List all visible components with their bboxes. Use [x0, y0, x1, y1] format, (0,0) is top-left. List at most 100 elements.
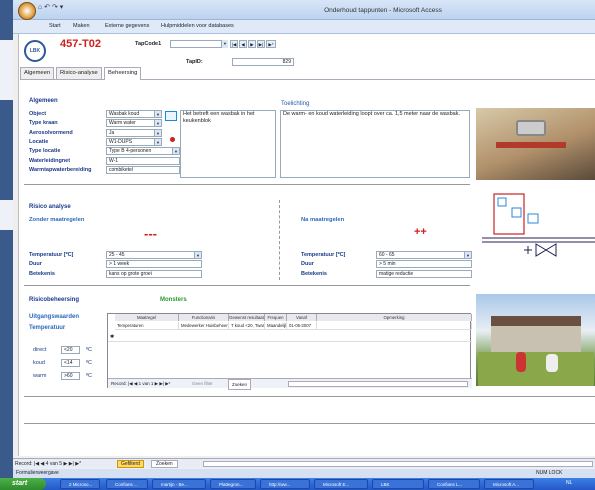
subform-filter-status[interactable]: Geen filter: [192, 379, 213, 388]
column-header[interactable]: Frequen: [265, 314, 287, 321]
nav-first-button[interactable]: |◀: [230, 40, 238, 48]
temp-input[interactable]: <20: [61, 346, 80, 354]
tapcode-combobox[interactable]: [170, 40, 228, 48]
field-input[interactable]: Ja ▼: [106, 128, 162, 137]
tapid-label: TapID:: [186, 59, 203, 65]
view-mode-label: Formulierweergave: [16, 470, 59, 476]
temp-input[interactable]: <14: [61, 359, 80, 367]
column-header[interactable]: Maatregel: [115, 314, 179, 321]
field-input[interactable]: combiketel: [106, 165, 180, 174]
taskbar-item[interactable]: LBK: [372, 479, 424, 489]
table-cell[interactable]: T koud <20, Twarm >60: [229, 322, 265, 330]
risk-input[interactable]: > 1 week: [106, 260, 202, 269]
wasbak-photo: [476, 108, 595, 180]
column-header[interactable]: Vanaf: [287, 314, 317, 321]
table-cell[interactable]: 01-05-2007: [287, 322, 317, 330]
lbk-logo: LBK: [24, 40, 46, 62]
chevron-down-icon[interactable]: ▼: [194, 252, 201, 258]
field-input[interactable]: Warm water ▼: [106, 119, 162, 128]
record-nav[interactable]: Record: |◀ ◀ 4 van 5 ▶ ▶| ▶*: [15, 461, 81, 467]
ribbon-tabs: Start Maken Externe gegevens Hulpmiddele…: [13, 20, 595, 34]
taskbar-item[interactable]: Confians L...: [428, 479, 480, 489]
column-header[interactable]: Gewenst resultaat: [229, 314, 265, 321]
taskbar-item[interactable]: Plattegron...: [210, 479, 256, 489]
risk-input[interactable]: matige reductie: [376, 269, 472, 278]
chevron-down-icon[interactable]: ▼: [154, 111, 161, 117]
taskbar-item[interactable]: Confians ...: [106, 479, 148, 489]
chevron-down-icon[interactable]: ▼: [154, 120, 161, 127]
temp-input[interactable]: >60: [61, 372, 80, 380]
field-input[interactable]: W1-DUPS ▼: [106, 137, 162, 146]
tapid-field[interactable]: 829: [232, 58, 294, 66]
tab-beheersing[interactable]: Beheersing: [104, 67, 142, 80]
field-label: Type kraan: [29, 120, 58, 127]
ribbon-tab-maken[interactable]: Maken: [73, 23, 90, 29]
taskbar-item[interactable]: martijn - Be...: [152, 479, 206, 489]
nav-last-button[interactable]: ▶|: [257, 40, 265, 48]
taskbar-item[interactable]: Microsoft E...: [314, 479, 368, 489]
section-separator: [279, 200, 280, 280]
uitgangswaarden-label: Uitgangswaarden: [29, 314, 80, 320]
house-photo: [476, 294, 595, 386]
record-search-box[interactable]: Zoeken: [151, 460, 178, 468]
nav-prev-button[interactable]: ◀: [239, 40, 247, 48]
chevron-down-icon[interactable]: ▼: [464, 252, 471, 258]
toelichting-label: Toelichting: [281, 101, 310, 107]
temp-unit: ºC: [86, 360, 92, 366]
table-cell[interactable]: Maandelijks: [265, 322, 287, 330]
table-cell[interactable]: Temperaturen: [115, 322, 179, 330]
maatregel-subform: Maatregel Functionaris Gewenst resultaat Fr…: [107, 313, 472, 390]
risk-input[interactable]: 25 - 45 ▼: [106, 251, 202, 259]
ribbon-tab-hulpmiddelen[interactable]: Hulpmiddelen voor databases: [161, 23, 234, 29]
risk-input[interactable]: kans op grote groei: [106, 269, 202, 278]
ribbon-tab-start[interactable]: Start: [49, 23, 61, 29]
risk-input[interactable]: 60 - 65 ▼: [376, 251, 472, 259]
start-button[interactable]: start: [0, 478, 46, 490]
object-description-field[interactable]: Het betreft een wasbak in het keukenblok: [180, 110, 276, 178]
table-cell[interactable]: Medewerker Huisbeheer: [179, 322, 229, 330]
field-label: Aerosolvormend: [29, 129, 73, 136]
field-input[interactable]: W-1: [106, 156, 180, 165]
chevron-down-icon[interactable]: ▼: [221, 40, 228, 48]
subform-record-nav[interactable]: Record: |◀ ◀ 1 van 1 ▶ ▶| ▶*: [111, 379, 170, 388]
subform-hscrollbar[interactable]: [288, 381, 468, 387]
form-hscrollbar[interactable]: [203, 461, 593, 467]
subform-search-box[interactable]: Zoeken: [228, 379, 252, 390]
table-cell[interactable]: [317, 322, 472, 330]
zonder-score: ---: [144, 226, 157, 241]
chevron-down-icon[interactable]: ▼: [172, 148, 179, 155]
record-navigation-bar: Record: |◀ ◀ 4 van 5 ▶ ▶| ▶* Gefilterd Z…: [13, 458, 595, 468]
chevron-down-icon[interactable]: ▼: [154, 138, 161, 145]
risk-input[interactable]: > 5 min: [376, 260, 472, 269]
toelichting-field[interactable]: De warm- en koud waterleiding loopt over…: [280, 110, 470, 178]
temperatuur-label: Temperatuur: [29, 325, 66, 331]
nav-next-button[interactable]: ▶: [248, 40, 256, 48]
taskbar-item[interactable]: Microsoft A...: [484, 479, 534, 489]
taskbar-item[interactable]: http://ww...: [260, 479, 310, 489]
new-row-marker[interactable]: ✱: [108, 334, 472, 342]
schematic-drawing: [482, 193, 595, 257]
column-header[interactable]: Functionaris: [179, 314, 229, 321]
chevron-down-icon[interactable]: ▼: [154, 129, 161, 136]
nav-new-button[interactable]: ▶*: [266, 40, 276, 48]
field-input[interactable]: Wasbak koud ▼: [106, 110, 162, 118]
taskbar-item[interactable]: 2 Microso...: [60, 479, 100, 489]
risico-heading: Risico analyse: [29, 204, 71, 210]
tab-risico-analyse[interactable]: Risico-analyse: [56, 67, 102, 79]
red-dot-icon: [170, 137, 175, 142]
tab-algemeen[interactable]: Algemeen: [20, 67, 55, 79]
language-indicator: NL: [566, 480, 573, 486]
filtered-indicator[interactable]: Gefilterd: [117, 460, 144, 468]
risk-label: Temperatuur [ºC]: [301, 252, 346, 258]
column-header[interactable]: Opmerking: [317, 314, 472, 321]
divider: [24, 423, 595, 424]
risk-label: Betekenis: [301, 270, 327, 277]
quick-access-toolbar[interactable]: ⌂ ↶ ↷ ▾: [38, 3, 63, 11]
ribbon-tab-externe-gegevens[interactable]: Externe gegevens: [105, 23, 149, 29]
field-label: Object: [29, 111, 47, 117]
field-input[interactable]: Type B 4-personen ▼: [106, 147, 180, 156]
office-button[interactable]: [18, 2, 36, 20]
pipe-schematic: [476, 186, 595, 278]
taskbar: 2 Microso... Confians ... martijn - Be... P…: [0, 478, 595, 490]
record-selector[interactable]: [13, 34, 19, 456]
